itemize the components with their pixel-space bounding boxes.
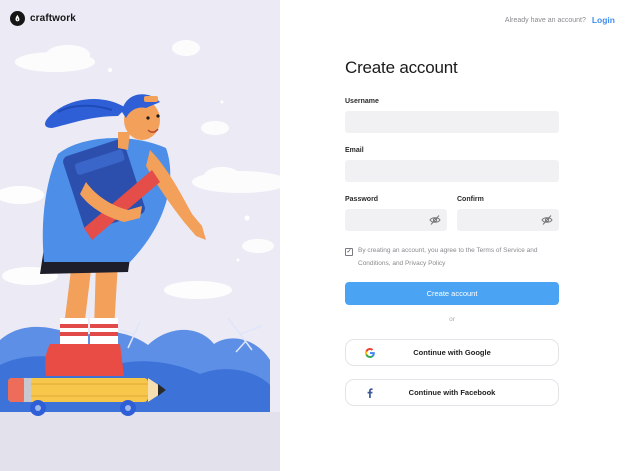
brand-name: craftwork <box>30 13 76 24</box>
password-group: Password <box>345 196 447 245</box>
confirm-group: Confirm <box>457 196 559 245</box>
username-label: Username <box>345 98 379 105</box>
eye-off-icon[interactable] <box>429 214 441 226</box>
skateboarder-illustration <box>0 40 280 471</box>
facebook-icon <box>364 387 376 399</box>
terms-text: By creating an account, you agree to the… <box>358 247 538 267</box>
or-divider: or <box>449 316 455 323</box>
terms-checkbox[interactable]: ✓ <box>345 248 353 256</box>
password-row: Password Confirm <box>345 196 559 245</box>
signup-form: Create account Username Email Password C… <box>345 58 559 419</box>
password-label: Password <box>345 196 379 203</box>
eye-off-icon[interactable] <box>541 214 553 226</box>
login-prompt: Already have an account? <box>504 16 586 24</box>
signup-panel: Already have an account? Login Create ac… <box>280 0 629 471</box>
login-link[interactable]: Login <box>592 15 615 25</box>
username-field[interactable] <box>345 111 559 133</box>
confirm-label: Confirm <box>457 196 484 203</box>
email-field[interactable] <box>345 160 559 182</box>
google-icon <box>364 347 376 359</box>
create-account-button[interactable]: Create account <box>345 282 559 305</box>
craftwork-logo-icon <box>10 11 25 26</box>
email-label: Email <box>345 147 364 154</box>
facebook-button-label: Continue with Facebook <box>408 388 496 397</box>
continue-with-facebook-button[interactable]: Continue with Facebook <box>345 379 559 406</box>
brand-logo[interactable]: craftwork <box>10 11 76 26</box>
continue-with-google-button[interactable]: Continue with Google <box>345 339 559 366</box>
header-bar: Already have an account? Login <box>505 15 615 25</box>
terms-agreement: ✓ By creating an account, you agree to t… <box>345 247 559 270</box>
google-button-label: Continue with Google <box>413 348 491 357</box>
page-title: Create account <box>345 58 458 77</box>
illustration-panel: craftwork <box>0 0 280 471</box>
